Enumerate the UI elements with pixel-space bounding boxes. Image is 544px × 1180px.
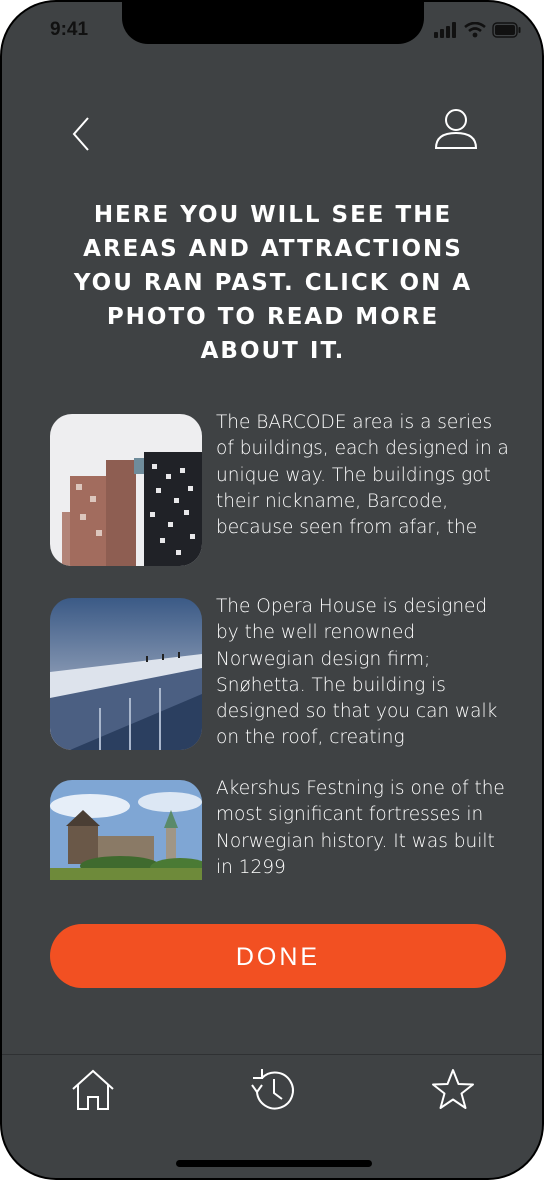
- attraction-photo-opera-house[interactable]: [50, 598, 202, 750]
- attraction-card-barcode[interactable]: The BARCODE area is a series of building…: [50, 412, 510, 568]
- history-icon[interactable]: [248, 1065, 298, 1115]
- attraction-card-opera-house[interactable]: The Opera House is designed by the well …: [50, 596, 510, 752]
- attraction-photo-barcode[interactable]: [50, 414, 202, 566]
- phone-frame: 9:41 HERE YOU WILL SEE THE AREAS AND ATT…: [0, 0, 544, 1180]
- user-icon[interactable]: [432, 106, 480, 154]
- page-headline: HERE YOU WILL SEE THE AREAS AND ATTRACTI…: [73, 202, 473, 364]
- attraction-card-akershus[interactable]: Akershus Festning is one of the most sig…: [50, 778, 510, 934]
- signal-icon: [434, 22, 456, 38]
- attraction-description: Akershus Festning is one of the most sig…: [216, 778, 505, 878]
- attraction-description: The BARCODE area is a series of building…: [216, 412, 509, 539]
- status-icons: [434, 22, 522, 38]
- attraction-photo-akershus[interactable]: [50, 780, 202, 880]
- home-icon[interactable]: [68, 1065, 118, 1115]
- battery-icon: [492, 22, 521, 38]
- star-icon[interactable]: [428, 1065, 478, 1115]
- app-screen: 9:41 HERE YOU WILL SEE THE AREAS AND ATT…: [2, 2, 542, 1178]
- wifi-icon: [464, 22, 486, 38]
- status-time: 9:41: [50, 19, 89, 40]
- done-button[interactable]: DONE: [50, 924, 506, 988]
- home-indicator: [176, 1160, 372, 1167]
- notch: [122, 2, 424, 44]
- attraction-description: The Opera House is designed by the well …: [216, 596, 498, 749]
- chevron-left-icon[interactable]: [66, 114, 96, 154]
